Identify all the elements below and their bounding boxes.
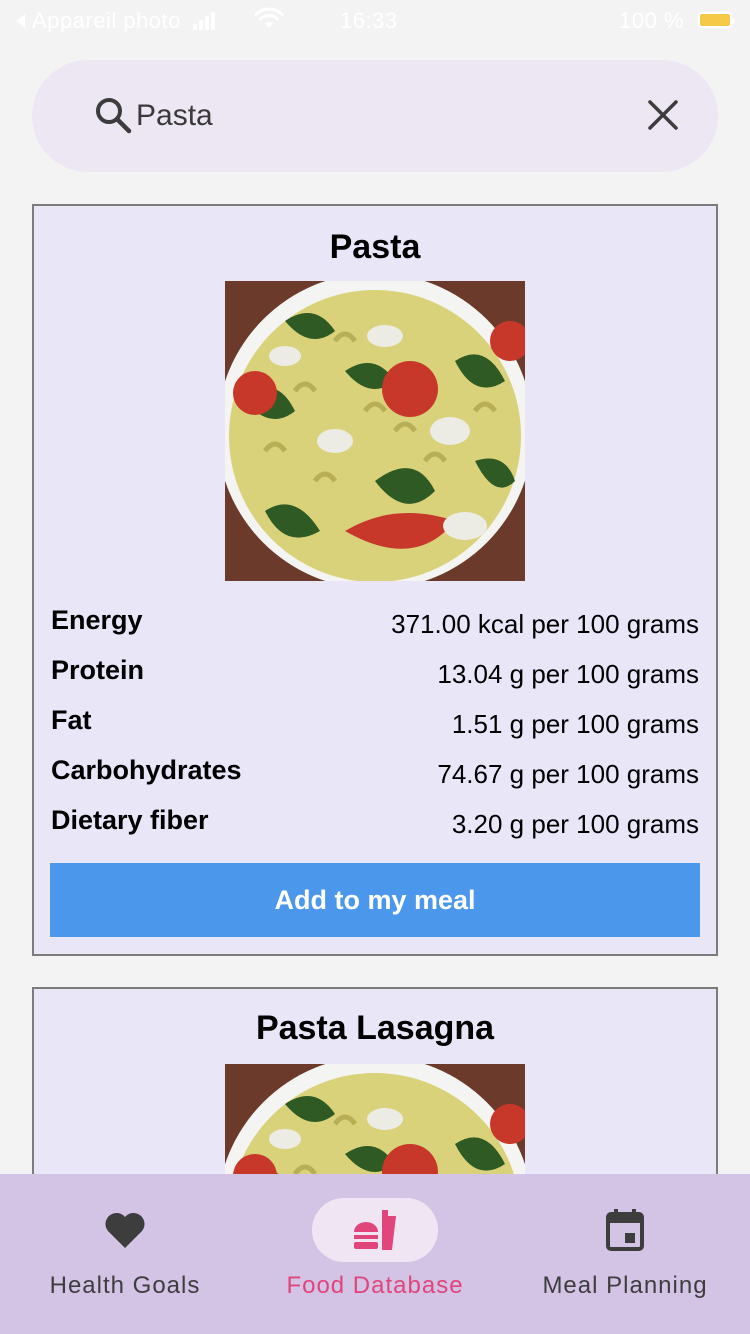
- nutrient-row-protein: Protein 13.04 g per 100 grams: [51, 651, 699, 701]
- food-title: Pasta: [329, 228, 421, 266]
- nutrient-row-dietary-fiber: Dietary fiber 3.20 g per 100 grams: [51, 801, 699, 851]
- nutrient-value: 371.00 kcal per 100 grams: [391, 609, 699, 639]
- add-to-meal-button[interactable]: Add to my meal: [50, 863, 700, 937]
- food-card: Pasta Energy 371.00 kcal per 100 grams P…: [32, 204, 718, 956]
- nav-item-food-database[interactable]: Food Database: [250, 1174, 500, 1334]
- nutrient-value: 1.51 g per 100 grams: [451, 709, 699, 739]
- food-image: [225, 281, 525, 581]
- nav-item-health-goals[interactable]: Health Goals: [0, 1174, 250, 1334]
- nav-item-meal-planning[interactable]: Meal Planning: [500, 1174, 750, 1334]
- food-title: Pasta Lasagna: [255, 1009, 495, 1047]
- nutrient-row-fat: Fat 1.51 g per 100 grams: [51, 701, 699, 751]
- nutrient-value: 13.04 g per 100 grams: [437, 659, 699, 689]
- nutrient-value: 3.20 g per 100 grams: [451, 809, 699, 839]
- nav-label: Meal Planning: [542, 1272, 708, 1299]
- battery-percentage: 100 %: [619, 8, 684, 33]
- wifi-icon: [254, 7, 284, 28]
- nav-icon-container: [312, 1198, 438, 1262]
- fastfood-icon: [354, 1210, 396, 1250]
- nav-label: Health Goals: [49, 1272, 201, 1299]
- calendar-icon: [606, 1209, 644, 1251]
- nutrient-name: Dietary fiber: [51, 805, 209, 835]
- bottom-navigation: Health Goals Food Database Meal Planning: [0, 1174, 750, 1334]
- heart-icon: [105, 1212, 145, 1248]
- signal-icon: [192, 12, 215, 30]
- nutrient-name: Fat: [51, 705, 92, 735]
- clock: 16:33: [340, 8, 398, 33]
- app-screen: Appareil photo 16:33 100 % Pasta Pasta E…: [0, 0, 750, 1334]
- search-input[interactable]: [136, 90, 616, 142]
- nutrient-value: 74.67 g per 100 grams: [437, 759, 699, 789]
- close-icon[interactable]: [646, 98, 680, 132]
- battery-charging-icon: [698, 12, 735, 28]
- nutrient-row-energy: Energy 371.00 kcal per 100 grams: [51, 601, 699, 651]
- nutrient-list: Energy 371.00 kcal per 100 grams Protein…: [51, 601, 699, 851]
- back-arrow-icon: [16, 14, 25, 28]
- nutrient-name: Energy: [51, 605, 143, 635]
- search-icon[interactable]: [94, 96, 132, 134]
- search-bar: [32, 60, 718, 172]
- back-to-app-link[interactable]: Appareil photo: [14, 8, 215, 34]
- status-bar: Appareil photo 16:33 100 %: [0, 0, 750, 42]
- nutrient-name: Carbohydrates: [51, 755, 242, 785]
- nav-icon-container: [62, 1198, 188, 1262]
- nav-label: Food Database: [286, 1272, 464, 1299]
- nutrient-row-carbohydrates: Carbohydrates 74.67 g per 100 grams: [51, 751, 699, 801]
- nav-icon-container: [562, 1198, 688, 1262]
- nutrient-name: Protein: [51, 655, 145, 685]
- back-app-label: Appareil photo: [32, 8, 181, 33]
